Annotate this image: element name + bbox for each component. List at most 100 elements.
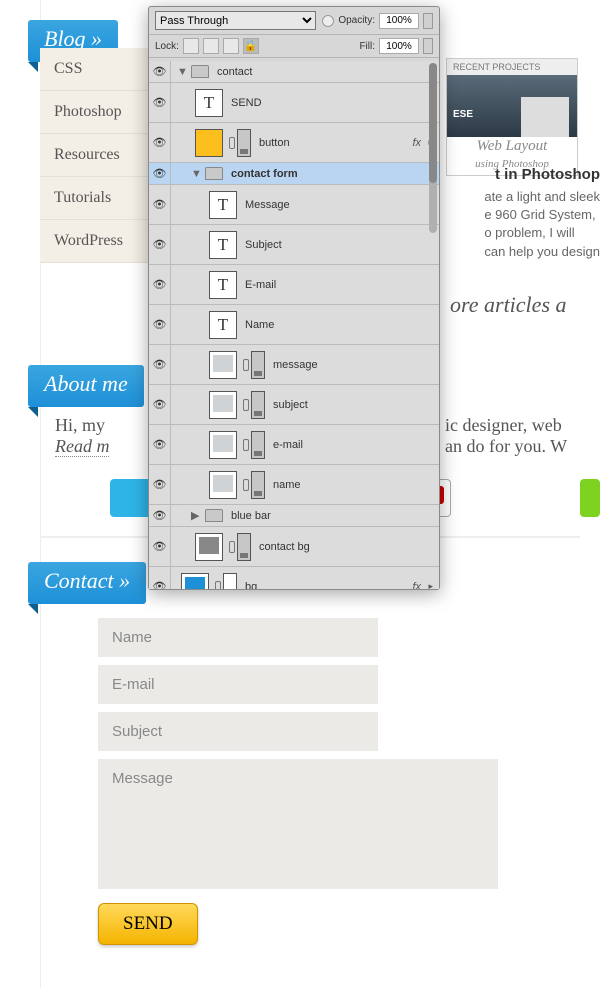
shape-thumb: [181, 573, 209, 590]
vector-mask-icon: [251, 351, 265, 379]
layer-text-message[interactable]: 👁 T Message: [149, 185, 439, 225]
lock-position-icon[interactable]: [223, 38, 239, 54]
blog-item-photoshop[interactable]: Photoshop: [40, 91, 160, 134]
layer-text-email[interactable]: 👁 T E-mail: [149, 265, 439, 305]
text-layer-icon: T: [209, 231, 237, 259]
layer-group-contact[interactable]: 👁 ▼ contact: [149, 61, 439, 83]
layer-contact-bg[interactable]: 👁 contact bg: [149, 527, 439, 567]
visibility-icon[interactable]: 👁: [149, 265, 171, 304]
visibility-icon[interactable]: 👁: [149, 505, 171, 526]
layer-group-blue-bar[interactable]: 👁 ▶ blue bar: [149, 505, 439, 527]
layer-name: contact form: [231, 168, 298, 180]
layer-name: E-mail: [245, 279, 276, 291]
visibility-icon[interactable]: 👁: [149, 305, 171, 344]
text-layer-icon: T: [209, 191, 237, 219]
lock-image-icon[interactable]: [203, 38, 219, 54]
fill-label: Fill:: [359, 41, 375, 52]
visibility-icon[interactable]: 👁: [149, 225, 171, 264]
folder-icon: [205, 509, 223, 522]
layer-name: Message: [245, 199, 290, 211]
panel-lock-row: Lock: 🔒 Fill:: [149, 35, 439, 58]
link-icon: [243, 479, 249, 491]
visibility-icon[interactable]: 👁: [149, 527, 171, 566]
link-icon: [215, 581, 221, 590]
blend-mode-select[interactable]: Pass Through: [155, 11, 316, 30]
layer-shape-subject[interactable]: 👁 subject: [149, 385, 439, 425]
contact-ribbon[interactable]: Contact »: [28, 562, 146, 604]
layers-list: 👁 ▼ contact 👁 T SEND 👁 button fx ▸ 👁 ▼: [149, 61, 439, 589]
fill-input[interactable]: [379, 38, 419, 54]
shape-thumb: [209, 391, 237, 419]
panel-menu-icon[interactable]: [322, 15, 334, 27]
send-button[interactable]: SEND: [98, 903, 198, 945]
blog-item-wordpress[interactable]: WordPress: [40, 220, 160, 263]
link-icon: [229, 137, 235, 149]
opacity-stepper[interactable]: [423, 13, 433, 29]
social-green-icon[interactable]: [580, 479, 600, 517]
folder-icon: [205, 167, 223, 180]
layer-shape-name[interactable]: 👁 name: [149, 465, 439, 505]
layer-button[interactable]: 👁 button fx ▸: [149, 123, 439, 163]
visibility-icon[interactable]: 👁: [149, 163, 171, 184]
shape-thumb: [209, 471, 237, 499]
blog-item-resources[interactable]: Resources: [40, 134, 160, 177]
fx-expand-icon[interactable]: ▸: [428, 581, 433, 589]
layer-send[interactable]: 👁 T SEND: [149, 83, 439, 123]
folder-icon: [191, 65, 209, 78]
visibility-icon[interactable]: 👁: [149, 185, 171, 224]
vector-mask-icon: [251, 431, 265, 459]
link-icon: [229, 541, 235, 553]
blog-item-css[interactable]: CSS: [40, 48, 160, 91]
layer-name: message: [273, 359, 318, 371]
fold-icon[interactable]: ▼: [177, 66, 187, 78]
layer-shape-message[interactable]: 👁 message: [149, 345, 439, 385]
article-title-fragment: t in Photoshop: [495, 166, 600, 183]
visibility-icon[interactable]: 👁: [149, 425, 171, 464]
scrollbar-thumb[interactable]: [429, 63, 437, 183]
visibility-icon[interactable]: 👁: [149, 123, 171, 162]
panel-scrollbar[interactable]: [429, 63, 437, 233]
fold-icon[interactable]: ▶: [191, 509, 201, 522]
text-layer-icon: T: [209, 271, 237, 299]
message-field[interactable]: Message: [98, 759, 498, 889]
more-articles-link[interactable]: ore articles a: [450, 292, 567, 318]
layer-name: Subject: [245, 239, 282, 251]
blog-item-tutorials[interactable]: Tutorials: [40, 177, 160, 220]
layer-bg[interactable]: 👁bgfx▸: [149, 567, 439, 589]
layer-name: subject: [273, 399, 308, 411]
visibility-icon[interactable]: 👁: [149, 83, 171, 122]
lock-transparency-icon[interactable]: [183, 38, 199, 54]
project-badge: ESE: [453, 109, 473, 120]
fx-label[interactable]: fx: [412, 581, 421, 590]
about-ribbon[interactable]: About me: [28, 365, 144, 407]
layer-name: Name: [245, 319, 274, 331]
panel-top-row: Pass Through Opacity:: [149, 7, 439, 35]
visibility-icon[interactable]: 👁: [149, 465, 171, 504]
visibility-icon[interactable]: 👁: [149, 385, 171, 424]
lock-all-icon[interactable]: 🔒: [243, 38, 259, 54]
twitter-icon[interactable]: [110, 479, 152, 517]
layer-name: name: [273, 479, 301, 491]
visibility-icon[interactable]: 👁: [149, 61, 171, 82]
vector-mask-icon: [237, 533, 251, 561]
opacity-input[interactable]: [379, 13, 419, 29]
visibility-icon[interactable]: 👁: [149, 567, 171, 589]
layer-shape-email[interactable]: 👁e-mail: [149, 425, 439, 465]
layer-text-subject[interactable]: 👁 T Subject: [149, 225, 439, 265]
recent-project-card[interactable]: RECENT PROJECTS ESE Web Layoutusing Phot…: [446, 58, 578, 176]
visibility-icon[interactable]: 👁: [149, 345, 171, 384]
name-field[interactable]: Name: [98, 618, 378, 657]
fx-label[interactable]: fx: [412, 137, 421, 149]
fold-icon[interactable]: ▼: [191, 168, 201, 180]
fill-stepper[interactable]: [423, 38, 433, 54]
shape-thumb: [195, 129, 223, 157]
read-more-link[interactable]: Read m: [55, 436, 109, 457]
subject-field[interactable]: Subject: [98, 712, 378, 751]
layer-name: blue bar: [231, 510, 271, 522]
layer-text-name[interactable]: 👁TName: [149, 305, 439, 345]
opacity-label: Opacity:: [338, 15, 375, 26]
email-field[interactable]: E-mail: [98, 665, 378, 704]
layer-group-contact-form[interactable]: 👁 ▼ contact form: [149, 163, 439, 185]
layer-name: contact bg: [259, 541, 310, 553]
blog-category-list: CSS Photoshop Resources Tutorials WordPr…: [40, 48, 160, 263]
